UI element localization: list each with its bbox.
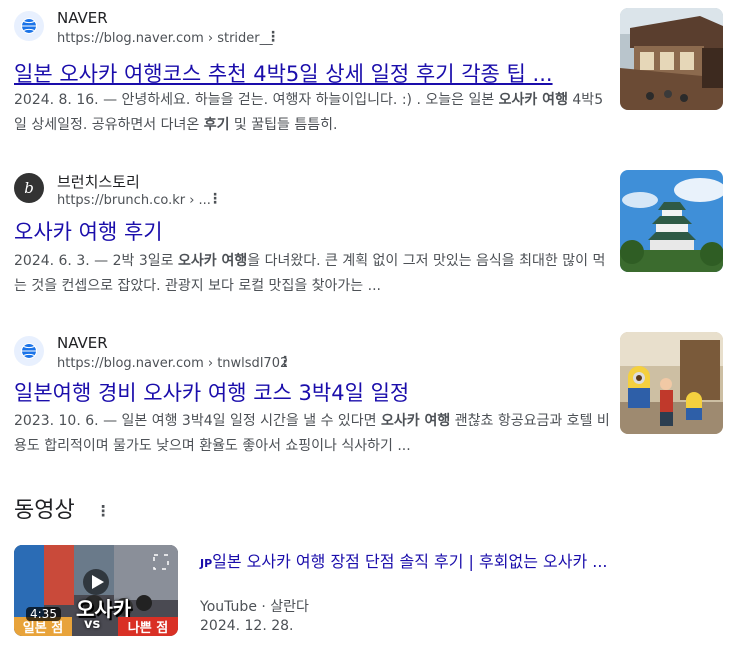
result-title-link[interactable]: 일본 오사카 여행코스 추천 4박5일 상세 일정 후기 각종 팁 ...	[14, 58, 614, 88]
result-snippet: 2024. 6. 3. — 2박 3일로 오사카 여행을 다녀왔다. 큰 계획 …	[14, 249, 614, 299]
video-duration: 4:35	[26, 607, 61, 621]
result-title-link[interactable]: 오사카 여행 후기	[14, 216, 614, 246]
thumb-text-right: 나쁜 점	[118, 617, 178, 636]
site-name: 브런치스토리	[57, 173, 140, 191]
thumb-text-vs: vs	[84, 617, 101, 632]
snippet-highlight: 오사카 여행	[177, 253, 248, 269]
site-name: NAVER	[57, 9, 108, 27]
result-thumbnail-osaka-castle[interactable]	[620, 170, 723, 272]
more-vert-icon[interactable]: ⋮	[278, 355, 292, 369]
globe-icon	[14, 336, 44, 366]
video-date: 2024. 12. 28.	[200, 618, 294, 634]
separator-dot: ·	[261, 599, 266, 615]
site-url: https://blog.naver.com › strider__	[57, 31, 273, 46]
snippet-highlight: 후기	[203, 117, 230, 133]
site-name: NAVER	[57, 334, 108, 352]
more-vert-icon[interactable]: ⋮	[96, 502, 111, 520]
result-title-link[interactable]: 일본여행 경비 오사카 여행 코스 3박4일 일정	[14, 377, 614, 407]
result-date: 2024. 6. 3.	[14, 253, 90, 269]
snippet-text: 및 꿀팁들 틈틈히.	[229, 117, 338, 133]
jp-badge: JP	[200, 557, 213, 570]
snippet-text: — 2박 3일로	[94, 253, 178, 269]
snippet-highlight: 오사카 여행	[381, 413, 451, 429]
site-url: https://blog.naver.com › tnwlsdl702	[57, 356, 289, 371]
result-date: 2024. 8. 16.	[14, 92, 99, 108]
video-title-text: 일본 오사카 여행 장점 단점 솔직 후기 | 후회없는 오사카 ...	[212, 552, 608, 571]
svg-text:b: b	[24, 179, 34, 197]
videos-heading-text: 동영상	[14, 498, 75, 523]
more-vert-icon[interactable]: ⋮	[266, 30, 280, 44]
video-thumbnail[interactable]: 오사카 일본 점 vs 나쁜 점 4:35	[14, 545, 178, 636]
video-title-link[interactable]: JP일본 오사카 여행 장점 단점 솔직 후기 | 후회없는 오사카 ...	[200, 548, 608, 572]
videos-heading: 동영상 ⋮	[14, 492, 111, 524]
more-vert-icon[interactable]: ⋮	[208, 192, 222, 206]
result-thumbnail-universal-minion[interactable]	[620, 332, 723, 434]
result-snippet: 2024. 8. 16. — 안녕하세요. 하늘을 걷는. 여행자 하늘이입니다…	[14, 88, 614, 138]
snippet-text: — 일본 여행 3박4일 일정 시간을 낼 수 있다면	[103, 413, 382, 429]
result-snippet: 2023. 10. 6. — 일본 여행 3박4일 일정 시간을 낼 수 있다면…	[14, 409, 614, 459]
brunch-b-icon: b	[14, 173, 44, 203]
snippet-text: — 안녕하세요. 하늘을 걷는. 여행자 하늘이입니다. :) . 오늘은 일본	[103, 92, 499, 108]
snippet-highlight: 오사카 여행	[498, 92, 568, 108]
result-date: 2023. 10. 6.	[14, 413, 99, 429]
globe-icon	[14, 11, 44, 41]
video-source: YouTube · 살란다	[200, 596, 309, 616]
site-url: https://brunch.co.kr › ...	[57, 193, 211, 208]
video-platform: YouTube	[200, 599, 257, 615]
result-thumbnail-kyoto-street[interactable]	[620, 8, 723, 110]
video-channel: 살란다	[270, 599, 309, 615]
